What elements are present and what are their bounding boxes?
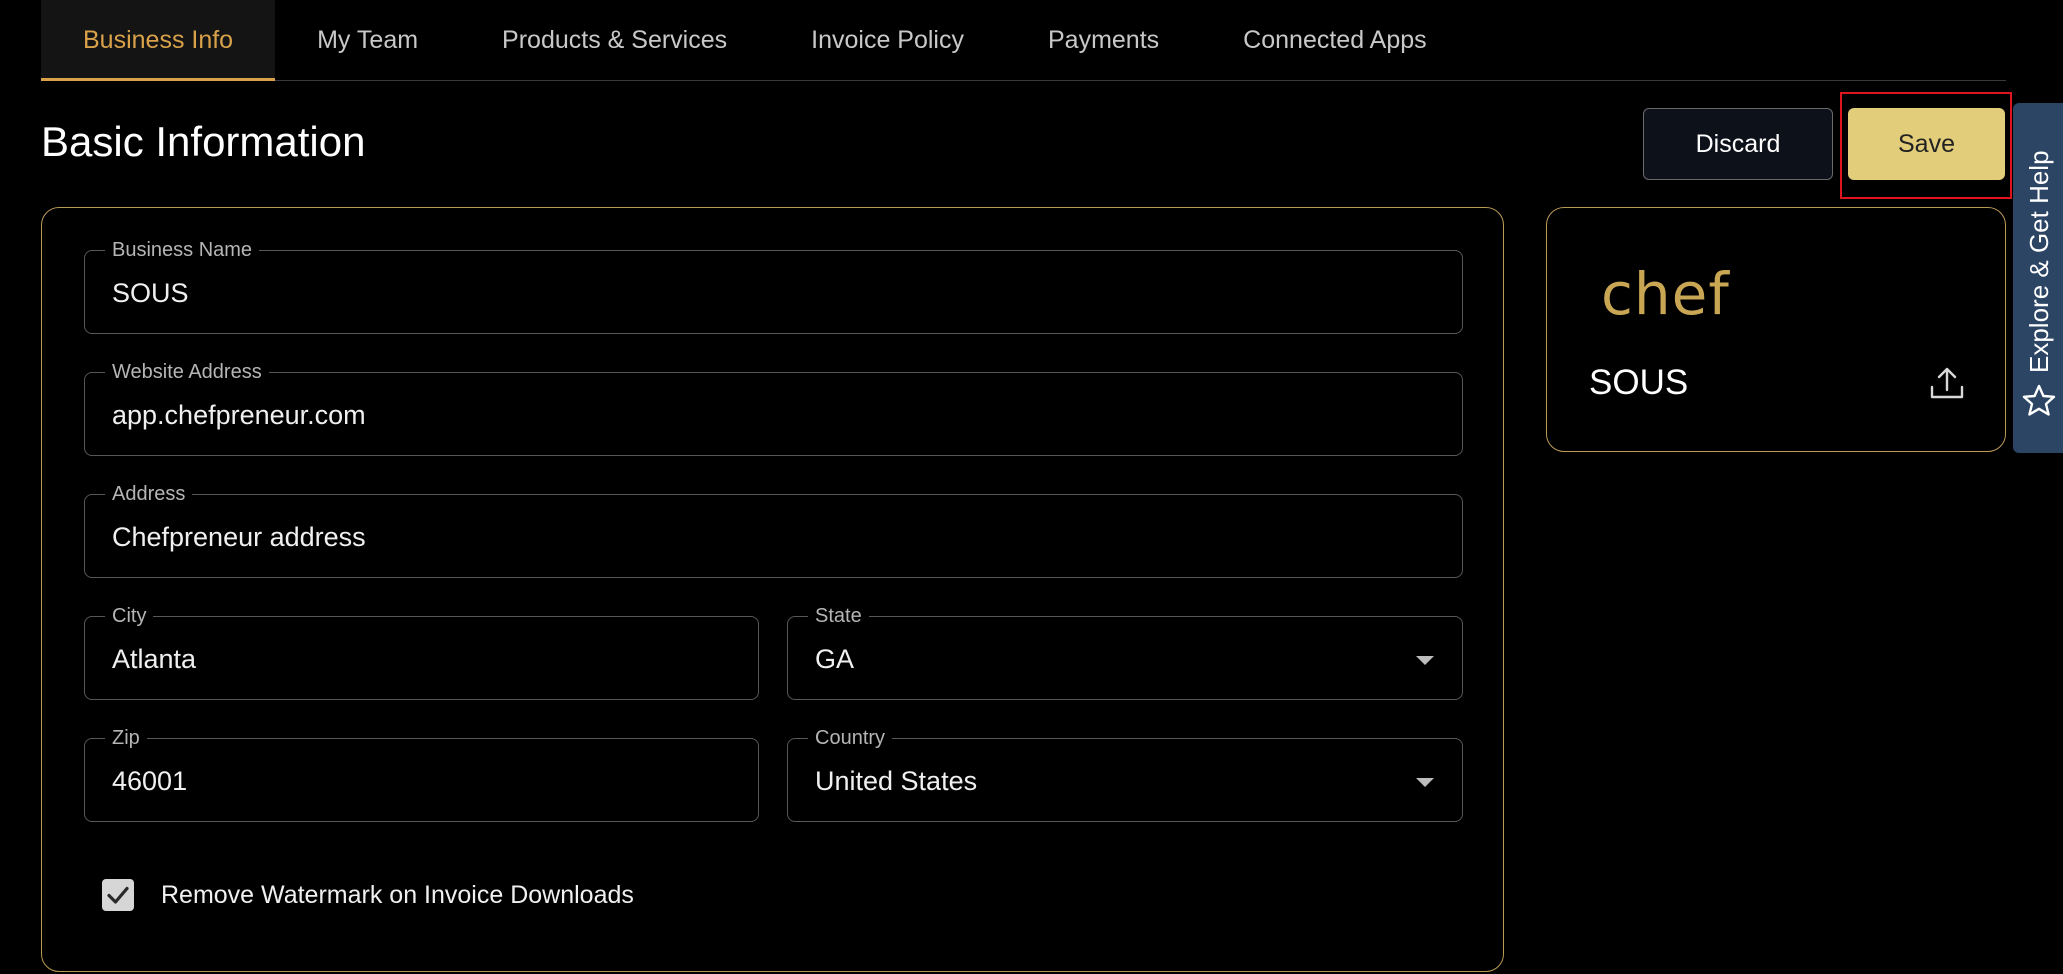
city-field[interactable]: City Atlanta xyxy=(84,603,759,700)
basic-info-form: Business Name SOUS Website Address app.c… xyxy=(41,207,1504,972)
state-value: GA xyxy=(815,643,855,674)
app: Business Info My Team Products & Service… xyxy=(0,0,2063,974)
star-icon xyxy=(2022,384,2056,416)
chevron-down-icon xyxy=(1416,656,1434,665)
state-select[interactable]: State GA xyxy=(787,603,1463,700)
explore-help-tab[interactable]: Explore & Get Help xyxy=(2013,103,2063,453)
business-profile-name: SOUS xyxy=(1589,363,1689,402)
address-field[interactable]: Address Chefpreneur address xyxy=(84,481,1463,578)
tab-business-info[interactable]: Business Info xyxy=(41,0,276,81)
business-logo: chef xyxy=(1601,260,1730,328)
tab-bar: Business Info My Team Products & Service… xyxy=(41,0,2006,81)
website-field[interactable]: Website Address app.chefpreneur.com xyxy=(84,359,1463,456)
zip-value: 46001 xyxy=(112,765,188,796)
tab-payments[interactable]: Payments xyxy=(1006,0,1201,80)
watermark-checkbox[interactable] xyxy=(102,879,134,911)
business-profile-card: chef SOUS xyxy=(1546,207,2006,452)
business-name-field[interactable]: Business Name SOUS xyxy=(84,237,1463,334)
upload-icon xyxy=(1930,367,1964,399)
website-value: app.chefpreneur.com xyxy=(112,399,366,430)
explore-help-label: Explore & Get Help xyxy=(2024,150,2054,373)
save-button[interactable]: Save xyxy=(1848,108,2005,180)
country-value: United States xyxy=(815,765,978,796)
page-title: Basic Information xyxy=(41,118,366,165)
address-value: Chefpreneur address xyxy=(112,521,366,552)
zip-field[interactable]: Zip 46001 xyxy=(84,725,759,822)
country-select[interactable]: Country United States xyxy=(787,725,1463,822)
tab-connected-apps[interactable]: Connected Apps xyxy=(1201,0,1468,80)
tab-products-services[interactable]: Products & Services xyxy=(460,0,769,80)
business-name-value: SOUS xyxy=(112,277,189,308)
tab-invoice-policy[interactable]: Invoice Policy xyxy=(769,0,1006,80)
watermark-label: Remove Watermark on Invoice Downloads xyxy=(161,880,634,909)
upload-logo-button[interactable] xyxy=(1922,358,1972,408)
check-icon xyxy=(107,886,129,904)
discard-button[interactable]: Discard xyxy=(1643,108,1833,180)
city-value: Atlanta xyxy=(112,643,197,674)
chevron-down-icon xyxy=(1416,778,1434,787)
tab-my-team[interactable]: My Team xyxy=(275,0,460,80)
